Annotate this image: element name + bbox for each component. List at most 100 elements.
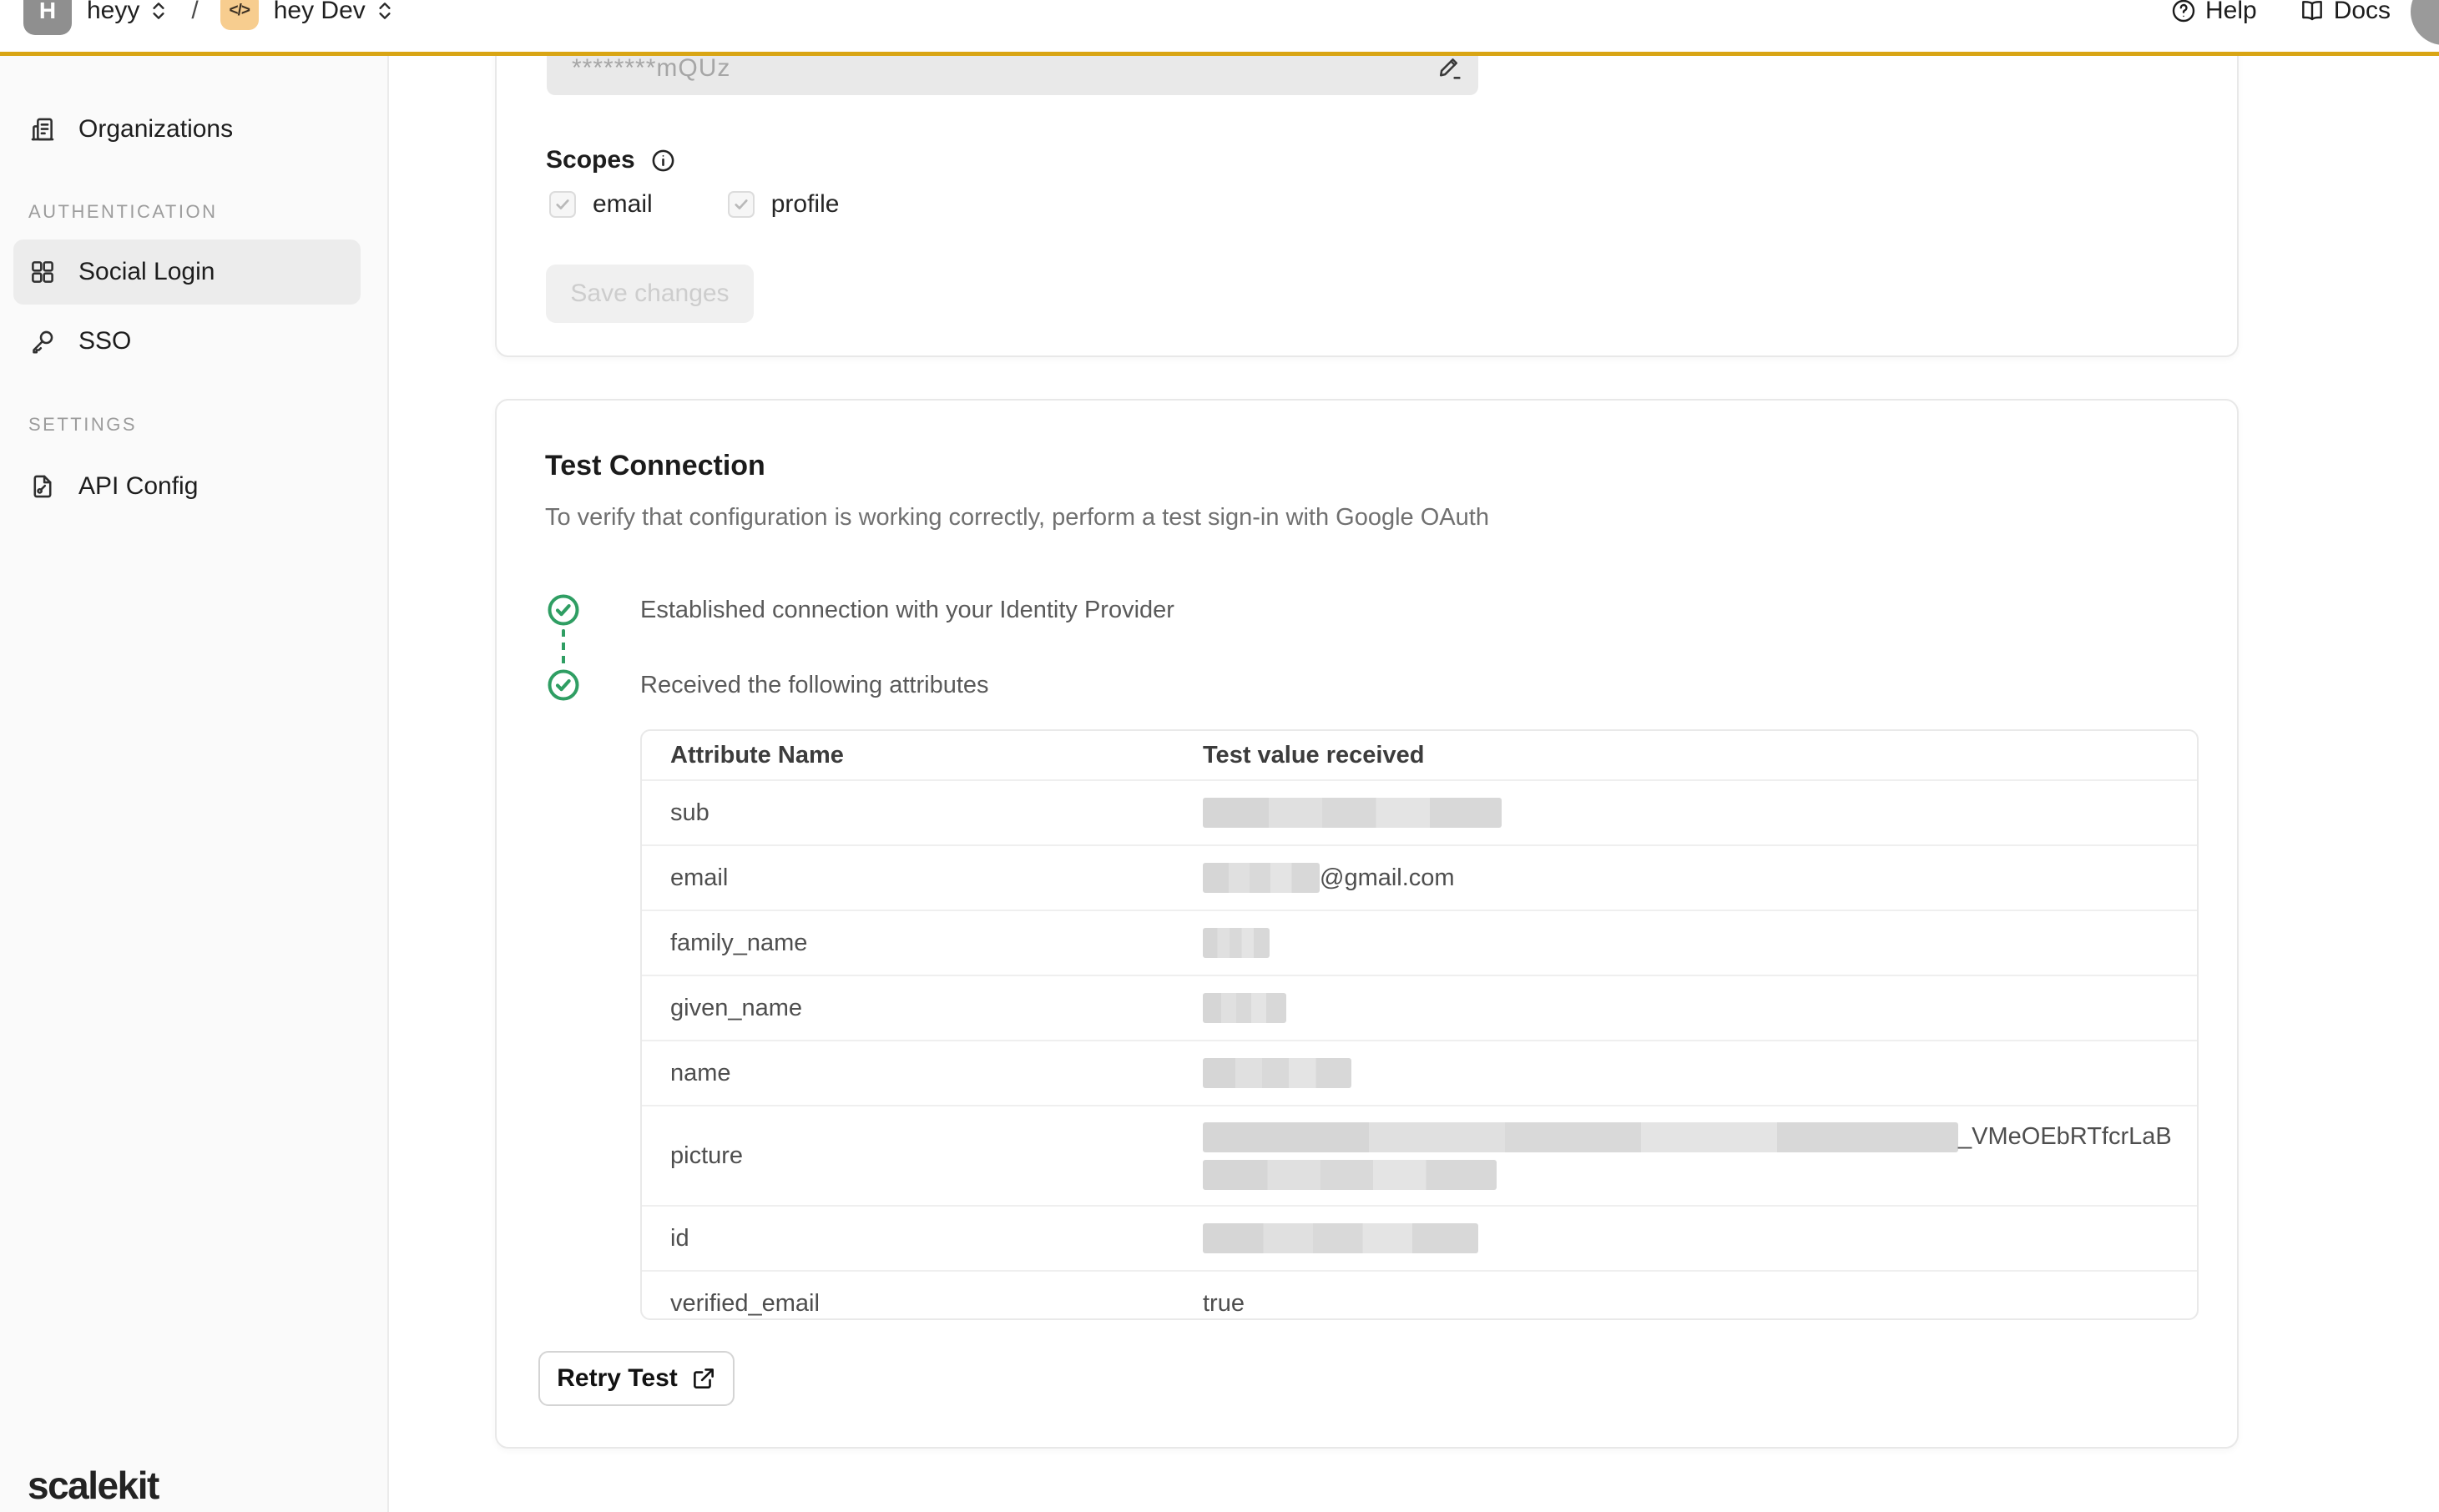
key-icon	[33, 330, 53, 354]
table-row: picture _VMeOEbRTfcrLaB	[642, 1105, 2197, 1205]
col-attribute-name: Attribute Name	[670, 741, 844, 769]
unfold-icon[interactable]	[148, 0, 169, 22]
col-test-value: Test value received	[1203, 741, 1425, 769]
value-text: _VMeOEbRTfcrLaB	[1958, 1123, 2172, 1150]
save-changes-label: Save changes	[570, 280, 730, 307]
table-row: family_name	[642, 910, 2197, 975]
attribute-name-cell: sub	[670, 799, 709, 826]
help-label: Help	[2205, 0, 2257, 24]
help-icon	[2172, 0, 2195, 23]
attribute-name-cell: picture	[670, 1142, 744, 1169]
table-row: email @gmail.com	[642, 844, 2197, 910]
attribute-value-cell	[1203, 928, 1270, 958]
code-glyph: </>	[229, 2, 250, 19]
file-config-icon	[33, 475, 52, 498]
check-circle-icon	[548, 669, 579, 701]
table-row: name	[642, 1040, 2197, 1105]
unfold-icon[interactable]	[374, 0, 396, 22]
redacted-value	[1203, 798, 1502, 828]
sidebar-item-social-login[interactable]: Social Login	[13, 239, 361, 305]
info-icon[interactable]	[650, 148, 676, 174]
attribute-value-cell	[1203, 1058, 1351, 1088]
redacted-value	[1203, 993, 1286, 1023]
sidebar-item-label: SSO	[78, 327, 132, 355]
redacted-value	[1203, 1223, 1478, 1253]
table-header: Attribute Name Test value received	[642, 731, 2197, 779]
client-secret-value: ********mQUz	[572, 54, 731, 82]
save-changes-button[interactable]: Save changes	[546, 265, 754, 323]
breadcrumb-separator: /	[191, 0, 199, 24]
scalekit-logo: scalekit	[28, 1464, 159, 1507]
grid-icon	[32, 261, 53, 283]
redacted-value	[1203, 928, 1270, 958]
test-connection-title: Test Connection	[545, 450, 765, 481]
attribute-name-cell: name	[670, 1059, 731, 1086]
docs-label: Docs	[2333, 0, 2391, 24]
user-avatar[interactable]	[2411, 0, 2439, 45]
check-circle-icon	[548, 594, 579, 626]
attribute-name-cell: email	[670, 864, 729, 891]
pencil-icon	[1439, 58, 1461, 79]
sidebar-item-label: API Config	[78, 472, 199, 500]
external-link-icon	[693, 1368, 714, 1389]
value-text: true	[1203, 1289, 1245, 1317]
sidebar: Organizations AUTHENTICATION Social Logi…	[0, 56, 389, 1512]
project-switcher[interactable]: hey Dev	[274, 0, 366, 25]
accent-divider	[0, 52, 2439, 56]
sidebar-item-sso[interactable]: SSO	[13, 315, 361, 368]
table-row: sub	[642, 779, 2197, 844]
attribute-name-cell: given_name	[670, 994, 802, 1021]
sidebar-item-api-config[interactable]: API Config	[13, 460, 361, 513]
retry-test-label: Retry Test	[557, 1364, 678, 1392]
checkbox-email-label: email	[593, 190, 653, 218]
scopes-row: Scopes	[546, 144, 676, 177]
attribute-value-cell: true	[1203, 1290, 1245, 1318]
attribute-value-cell	[1203, 798, 1502, 828]
attribute-value-cell: @gmail.com	[1203, 863, 1455, 893]
attribute-value-cell	[1203, 993, 1286, 1023]
redacted-value	[1203, 1159, 1497, 1190]
sidebar-item-organizations[interactable]: Organizations	[13, 103, 361, 156]
org-avatar-initial: H	[38, 0, 57, 23]
checkbox-email[interactable]	[549, 191, 576, 218]
attribute-name-cell: family_name	[670, 929, 808, 956]
value-text: @gmail.com	[1320, 864, 1455, 891]
attribute-name-cell: verified_email	[670, 1289, 820, 1317]
attributes-table: Attribute Name Test value received sub em…	[640, 729, 2199, 1320]
redacted-value	[1203, 1058, 1351, 1088]
attributes-table-body: sub email @gmail.com family_name given_namen…	[642, 779, 2197, 1318]
attribute-name-cell: id	[670, 1224, 689, 1252]
docs-icon	[2301, 1, 2322, 21]
org-switcher[interactable]: heyy	[87, 0, 139, 25]
table-row: id	[642, 1205, 2197, 1270]
scopes-label: Scopes	[546, 146, 635, 174]
check-icon	[735, 199, 748, 209]
attribute-value-cell	[1203, 1223, 1478, 1253]
section-settings: SETTINGS	[28, 414, 138, 435]
project-icon: </>	[220, 0, 259, 30]
test-connection-card: Test Connection To verify that configura…	[495, 399, 2239, 1449]
test-connection-description: To verify that configuration is working …	[545, 504, 1489, 531]
redacted-value	[1203, 863, 1320, 893]
help-link[interactable]: Help	[2170, 0, 2257, 25]
building-icon	[31, 118, 54, 141]
topbar-actions: Help Docs	[2170, 0, 2391, 52]
step-attributes: Received the following attributes	[640, 672, 989, 698]
section-authentication: AUTHENTICATION	[28, 201, 218, 222]
sidebar-item-label: Organizations	[78, 115, 234, 143]
scopes-checkboxes: email profile	[549, 188, 839, 221]
docs-link[interactable]: Docs	[2299, 0, 2391, 25]
step-connector	[562, 629, 565, 666]
checkbox-profile[interactable]	[727, 191, 755, 218]
table-row: given_name	[642, 975, 2197, 1040]
retry-test-button[interactable]: Retry Test	[538, 1351, 735, 1406]
sidebar-item-label: Social Login	[78, 258, 215, 285]
org-avatar[interactable]: H	[23, 0, 72, 35]
topbar: H heyy / </> hey Dev Help Docs	[0, 0, 2439, 52]
table-row: verified_email true	[642, 1270, 2197, 1318]
checkbox-profile-label: profile	[770, 190, 840, 218]
step-established: Established connection with your Identit…	[640, 597, 1174, 623]
check-icon	[556, 199, 569, 209]
attribute-value-cell: _VMeOEbRTfcrLaB	[1203, 1121, 2172, 1190]
redacted-value	[1203, 1121, 1958, 1152]
